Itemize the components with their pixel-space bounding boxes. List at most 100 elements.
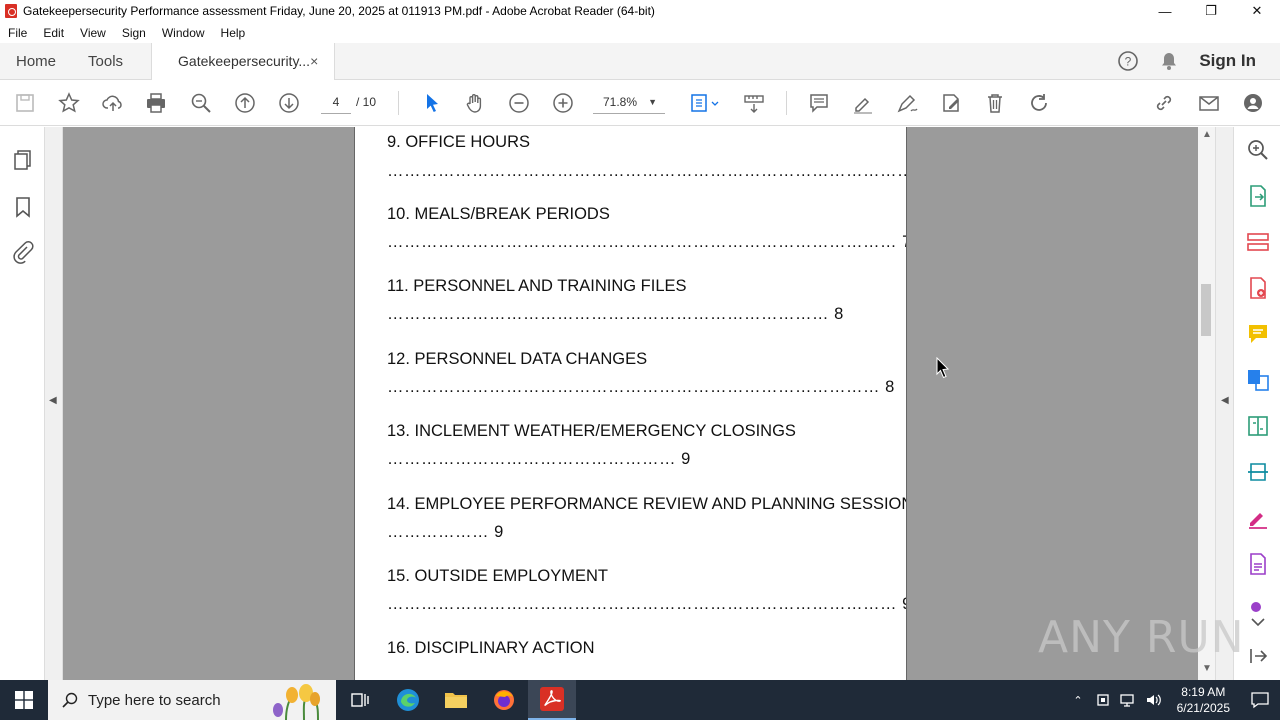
zoom-search-icon[interactable] — [189, 91, 213, 115]
scan-ocr-icon[interactable] — [1246, 460, 1270, 484]
page-number-input[interactable]: 4 — [321, 90, 351, 114]
search-icon — [62, 692, 78, 708]
right-tools-panel — [1233, 127, 1280, 680]
scrollbar-thumb[interactable] — [1201, 284, 1211, 336]
delete-icon[interactable] — [983, 91, 1007, 115]
compress-pdf-icon[interactable] — [1246, 414, 1270, 438]
taskbar-search-box[interactable]: Type here to search — [48, 680, 336, 720]
notification-bell-icon[interactable] — [1159, 51, 1179, 71]
windows-start-button[interactable] — [0, 680, 48, 720]
account-share-icon[interactable] — [1241, 91, 1265, 115]
share-link-icon[interactable] — [1152, 91, 1176, 115]
page-thumbnails-icon[interactable] — [11, 148, 35, 172]
windows-taskbar: Type here to search ⌃ 8:19 AM 6/21/2025 — [0, 680, 1280, 720]
tray-device-icon[interactable] — [1095, 692, 1111, 708]
menu-help[interactable]: Help — [213, 26, 254, 40]
chevron-left-icon: ◀ — [1221, 395, 1229, 406]
create-pdf-icon[interactable] — [1246, 276, 1270, 300]
hand-tool-icon[interactable] — [463, 91, 487, 115]
toc-entry-title: 13. INCLEMENT WEATHER/EMERGENCY CLOSINGS — [387, 422, 796, 440]
next-page-icon[interactable] — [277, 91, 301, 115]
task-view-icon[interactable] — [336, 680, 384, 720]
toc-entry-leader: ……………………………………………………………………………… 7 — [387, 233, 907, 251]
toc-entry-leader: …………………………………………… 9 — [387, 450, 691, 468]
tab-document[interactable]: Gatekeepersecurity... × — [151, 42, 336, 80]
zoom-out-icon[interactable] — [507, 91, 531, 115]
firefox-icon[interactable] — [480, 680, 528, 720]
zoom-in-icon[interactable] — [551, 91, 575, 115]
toc-entry-title: 16. DISCIPLINARY ACTION — [387, 639, 595, 657]
select-cursor-icon[interactable] — [420, 91, 444, 115]
tab-home[interactable]: Home — [0, 43, 72, 80]
right-panel-toggle[interactable]: ◀ — [1215, 127, 1233, 680]
zoom-level-select[interactable]: 71.8% ▼ — [593, 90, 665, 114]
toc-entry-title: 12. PERSONNEL DATA CHANGES — [387, 350, 648, 368]
menu-window[interactable]: Window — [154, 26, 213, 40]
file-explorer-icon[interactable] — [432, 680, 480, 720]
tray-chevron-up-icon[interactable]: ⌃ — [1065, 694, 1090, 707]
upload-cloud-icon[interactable] — [101, 91, 125, 115]
email-icon[interactable] — [1197, 91, 1221, 115]
tab-document-label: Gatekeepersecurity... — [178, 53, 311, 69]
collapse-panel-icon[interactable] — [1246, 644, 1270, 668]
comment-tool-icon[interactable] — [1246, 322, 1270, 346]
send-for-signature-icon[interactable] — [1246, 552, 1270, 576]
tulip-flowers-icon — [273, 684, 320, 720]
star-icon[interactable] — [57, 91, 81, 115]
volume-icon[interactable] — [1145, 692, 1163, 708]
help-icon[interactable]: ? — [1117, 50, 1139, 72]
toc-entry-title: 15. OUTSIDE EMPLOYMENT — [387, 567, 608, 585]
chevron-down-icon[interactable] — [1246, 610, 1270, 634]
notification-center-icon[interactable] — [1240, 690, 1280, 710]
export-pdf-icon[interactable] — [1246, 184, 1270, 208]
left-panel-toggle[interactable]: ◀ — [45, 127, 63, 680]
save-icon[interactable] — [13, 91, 37, 115]
sign-pen-icon[interactable] — [895, 91, 919, 115]
close-window-button[interactable]: ✕ — [1234, 0, 1280, 22]
toc-entry-leader: …………………………………………………………………… 8 — [387, 305, 844, 323]
edit-pdf-icon[interactable] — [939, 91, 963, 115]
watermark-logo: ANY RUN — [1038, 612, 1245, 663]
scroll-up-icon[interactable]: ▲ — [1202, 129, 1212, 140]
toc-entry-leader: …………………………………………………………………………… 8 — [387, 378, 895, 396]
menu-sign[interactable]: Sign — [114, 26, 154, 40]
vertical-scrollbar[interactable]: ▲ ▼ — [1198, 127, 1215, 680]
acrobat-taskbar-icon[interactable] — [528, 680, 576, 720]
system-tray: ⌃ 8:19 AM 6/21/2025 — [1065, 680, 1280, 720]
menu-file[interactable]: File — [0, 26, 35, 40]
measure-icon[interactable] — [742, 91, 766, 115]
page-layout-icon[interactable] — [688, 91, 722, 115]
acrobat-icon — [5, 4, 17, 18]
attachment-paperclip-icon[interactable] — [11, 240, 35, 264]
fill-sign-icon[interactable] — [1246, 506, 1270, 530]
combine-files-icon[interactable] — [1246, 368, 1270, 392]
scroll-down-icon[interactable]: ▼ — [1202, 663, 1212, 674]
organize-pages-icon[interactable] — [1246, 230, 1270, 254]
edge-browser-icon[interactable] — [384, 680, 432, 720]
minimize-button[interactable]: — — [1142, 0, 1188, 22]
menu-bar: File Edit View Sign Window Help — [0, 22, 1280, 43]
bookmark-icon[interactable] — [11, 195, 35, 219]
print-icon[interactable] — [144, 91, 168, 115]
search-zoom-icon[interactable] — [1246, 138, 1270, 162]
rotate-icon[interactable] — [1027, 91, 1051, 115]
menu-view[interactable]: View — [72, 26, 114, 40]
maximize-button[interactable]: ❐ — [1188, 0, 1234, 22]
toolbar-divider — [786, 91, 787, 115]
menu-edit[interactable]: Edit — [35, 26, 72, 40]
network-icon[interactable] — [1119, 692, 1137, 708]
page-total-label: / 10 — [356, 95, 377, 109]
pdf-page[interactable]: 9. OFFICE HOURS ………………………………………………………………… — [354, 127, 907, 680]
left-navigation-panel — [0, 127, 45, 680]
svg-text:?: ? — [1125, 55, 1132, 69]
comment-icon[interactable] — [807, 91, 831, 115]
system-clock[interactable]: 8:19 AM 6/21/2025 — [1167, 684, 1240, 716]
document-viewer[interactable]: 9. OFFICE HOURS ………………………………………………………………… — [45, 127, 1198, 680]
toc-entry-leader: ………………………………………………………………………………………… — [387, 162, 906, 180]
previous-page-icon[interactable] — [233, 91, 257, 115]
sign-in-button[interactable]: Sign In — [1199, 51, 1256, 71]
toc-entry-title: 14. EMPLOYEE PERFORMANCE REVIEW AND PLAN… — [387, 495, 907, 513]
tab-close-button[interactable]: × — [310, 53, 318, 69]
highlight-pen-icon[interactable] — [851, 91, 875, 115]
tab-tools[interactable]: Tools — [72, 43, 139, 80]
